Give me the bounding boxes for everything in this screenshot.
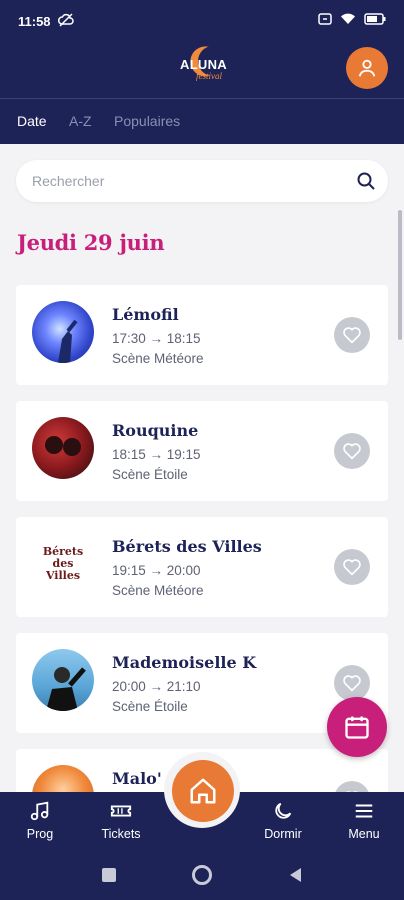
artist-name: Rouquine — [112, 421, 199, 440]
event-stage: Scène Météore — [112, 583, 204, 598]
event-card[interactable]: Rouquine 18:15 → 19:15 Scène Étoile — [16, 401, 388, 501]
app-logo: ALUNA festival — [176, 46, 232, 88]
favorite-button[interactable] — [334, 549, 370, 585]
heart-icon — [343, 327, 361, 344]
heart-icon — [343, 443, 361, 460]
tab-date[interactable]: Date — [17, 113, 47, 129]
calendar-button[interactable] — [327, 697, 387, 757]
wifi-icon — [340, 13, 356, 29]
battery-icon — [364, 13, 386, 29]
event-stage: Scène Météore — [112, 351, 204, 366]
event-card[interactable]: Bérets des Villes Bérets des Villes 19:1… — [16, 517, 388, 617]
home-icon — [190, 778, 216, 804]
profile-button[interactable] — [346, 47, 388, 89]
sort-tabs: Date A-Z Populaires — [0, 100, 404, 144]
heart-icon — [343, 675, 361, 692]
artist-photo — [32, 649, 94, 711]
favorite-button[interactable] — [334, 433, 370, 469]
artist-logo: Bérets des Villes — [32, 533, 94, 595]
heart-icon — [343, 559, 361, 576]
status-time: 11:58 — [18, 14, 51, 29]
header-divider — [0, 98, 404, 99]
app-header: 11:58 ALUNA festival Date A-Z Populaires — [0, 0, 404, 144]
event-time: 17:30 → 18:15 — [112, 331, 201, 346]
user-icon — [358, 59, 376, 77]
event-card[interactable]: Lémofil 17:30 → 18:15 Scène Météore — [16, 285, 388, 385]
artist-name: Mademoiselle K — [112, 653, 257, 672]
home-button[interactable] — [172, 760, 234, 822]
scrollbar[interactable] — [398, 210, 402, 340]
nav-prog[interactable]: Prog — [10, 800, 70, 841]
artist-name: Bérets des Villes — [112, 537, 262, 556]
back-icon[interactable] — [288, 867, 302, 887]
event-stage: Scène Étoile — [112, 699, 188, 714]
search-icon[interactable] — [356, 171, 376, 195]
artist-name: Lémofil — [112, 305, 179, 324]
event-time: 18:15 → 19:15 — [112, 447, 201, 462]
nav-menu[interactable]: Menu — [334, 800, 394, 841]
music-note-icon — [30, 801, 49, 821]
battery-saver-icon — [318, 13, 332, 29]
system-nav-bar — [0, 848, 404, 900]
event-time: 20:00 → 21:10 — [112, 679, 201, 694]
calendar-icon — [345, 716, 369, 739]
favorite-button[interactable] — [334, 317, 370, 353]
search-bar — [16, 160, 388, 202]
hamburger-menu-icon — [355, 804, 373, 818]
nav-tickets[interactable]: Tickets — [91, 800, 151, 841]
home-system-icon[interactable] — [192, 865, 212, 885]
artist-photo — [32, 417, 94, 479]
day-heading: Jeudi 29 juin — [17, 230, 165, 255]
search-input[interactable] — [32, 160, 352, 202]
event-stage: Scène Étoile — [112, 467, 188, 482]
moon-icon — [275, 802, 292, 819]
artist-name: Malo' — [112, 769, 162, 788]
artist-photo — [32, 301, 94, 363]
nav-dormir[interactable]: Dormir — [253, 800, 313, 841]
recents-icon[interactable] — [102, 868, 116, 882]
favorite-button[interactable] — [334, 665, 370, 701]
tab-a-z[interactable]: A-Z — [69, 113, 92, 129]
status-bar: 11:58 — [0, 0, 404, 44]
sync-icon — [57, 13, 74, 31]
ticket-icon — [110, 805, 132, 817]
tab-populaires[interactable]: Populaires — [114, 113, 180, 129]
event-time: 19:15 → 20:00 — [112, 563, 201, 578]
